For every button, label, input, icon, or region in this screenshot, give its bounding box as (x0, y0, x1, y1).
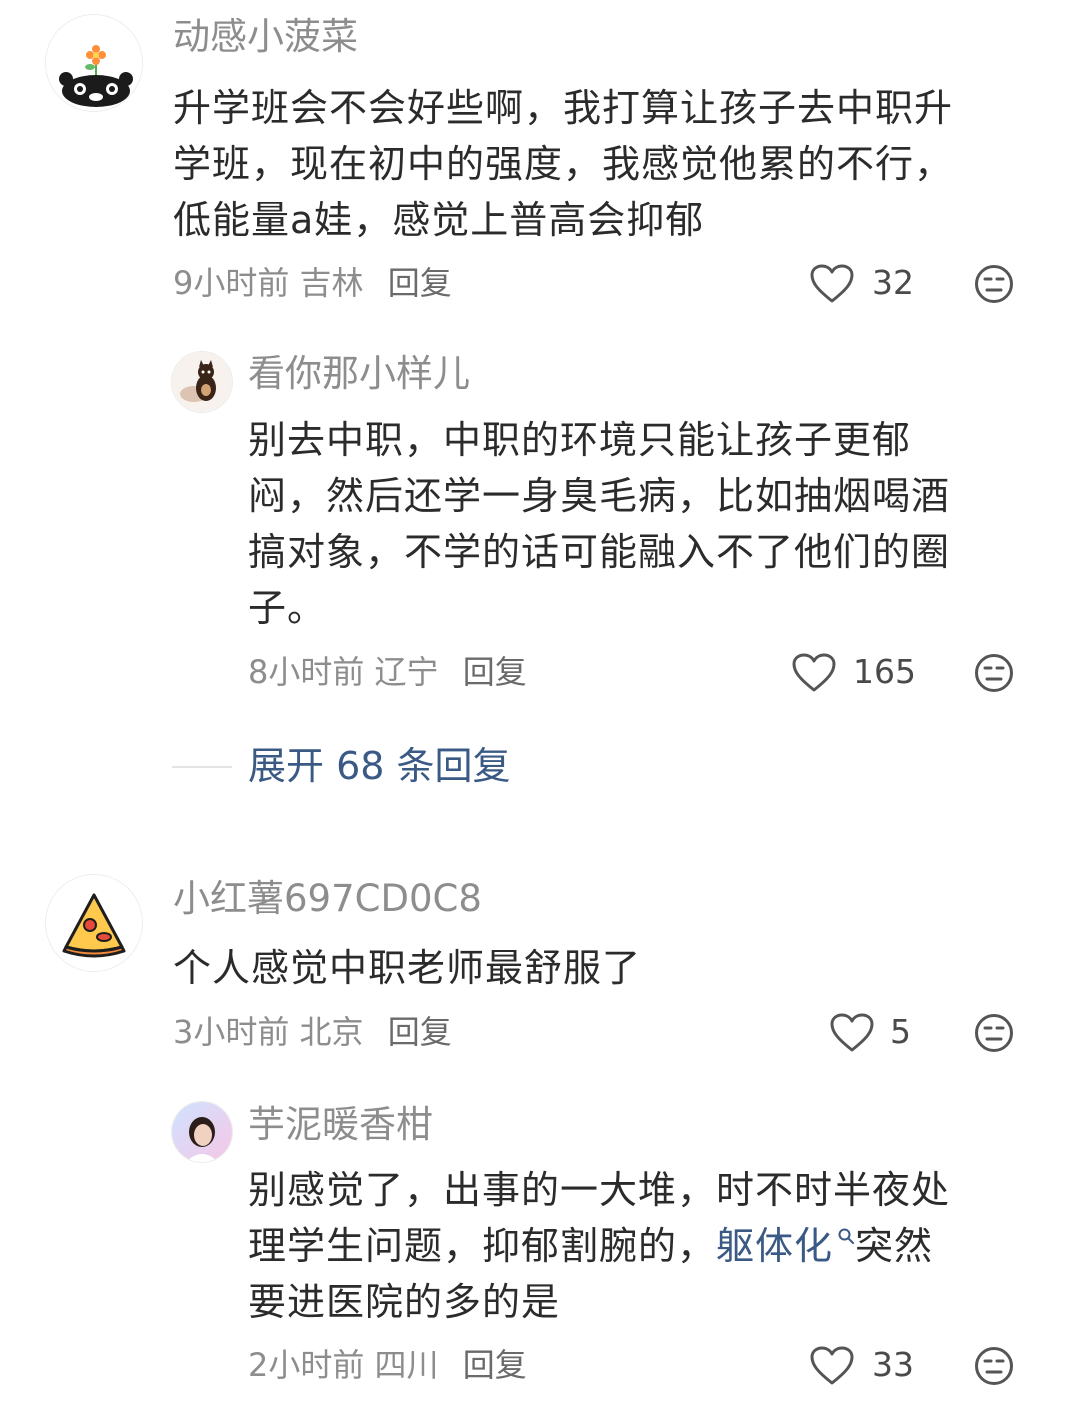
user-avatar[interactable] (45, 874, 143, 972)
comment-username[interactable]: 动感小菠菜 (173, 15, 358, 59)
like-button[interactable] (792, 653, 836, 693)
reply-text-line: 别感觉了，出事的一大堆，时不时半夜处 (248, 1168, 951, 1212)
reply-avatar[interactable] (171, 1101, 233, 1163)
reply-text-segment: 突然 (855, 1224, 934, 1268)
comment-meta: 3小时前 北京 回复 (173, 1012, 452, 1052)
reply-username[interactable]: 看你那小样儿 (248, 352, 470, 396)
cat-drawing-avatar-icon (172, 352, 232, 412)
reply-meta: 8小时前 辽宁 回复 (248, 652, 527, 692)
heart-outline-icon (810, 264, 854, 303)
reply-text-line: 闷，然后还学一身臭毛病，比如抽烟喝酒 (248, 474, 951, 518)
reply-avatar[interactable] (171, 351, 233, 413)
reply-text-line: 别去中职，中职的环境只能让孩子更郁 (248, 418, 912, 462)
comment-location: 北京 (299, 1013, 364, 1051)
reply-text-segment: 理学生问题，抑郁割腕的， (248, 1224, 717, 1268)
reply-button[interactable]: 回复 (463, 1346, 527, 1384)
reply-text-line: 子。 (248, 586, 327, 630)
reply-button[interactable]: 回复 (463, 653, 527, 691)
comment-text-line: 低能量a娃，感觉上普高会抑郁 (173, 198, 705, 242)
reply-time: 2小时前 (248, 1346, 365, 1384)
reply-time: 8小时前 (248, 653, 365, 691)
reply-username[interactable]: 芋泥暖香柑 (248, 1103, 433, 1147)
comment-username[interactable]: 小红薯697CD0C8 (173, 877, 482, 921)
reply-body: 别去中职，中职的环境只能让孩子更郁 闷，然后还学一身臭毛病，比如抽烟喝酒 搞对象… (248, 412, 1038, 636)
expand-replies-button[interactable]: 展开 68 条回复 (248, 743, 511, 789)
comment-body: 个人感觉中职老师最舒服了 (173, 940, 1033, 996)
like-button[interactable] (810, 1346, 854, 1386)
like-count: 165 (853, 652, 916, 691)
like-count: 32 (872, 263, 914, 302)
like-count: 5 (890, 1012, 911, 1051)
like-count: 33 (872, 1345, 914, 1384)
comment-text-line: 个人感觉中职老师最舒服了 (173, 946, 642, 990)
dislike-button[interactable] (974, 1013, 1014, 1053)
heart-outline-icon (810, 1346, 854, 1385)
like-button[interactable] (810, 264, 854, 304)
reply-text-line: 搞对象，不学的话可能融入不了他们的圈 (248, 530, 951, 574)
comment-location: 吉林 (299, 264, 364, 302)
meh-face-icon (975, 654, 1013, 692)
comment-text-line: 学班，现在初中的强度，我感觉他累的不行， (173, 142, 954, 186)
reply-body: 别感觉了，出事的一大堆，时不时半夜处 理学生问题，抑郁割腕的，躯体化 突然 要进医… (248, 1162, 1038, 1330)
expand-divider (172, 766, 232, 768)
reply-text-line: 要进医院的多的是 (248, 1280, 561, 1324)
search-keyword-link[interactable]: 躯体化 (716, 1224, 855, 1268)
dislike-button[interactable] (974, 1346, 1014, 1386)
comment-time: 9小时前 (173, 264, 290, 302)
portrait-avatar-icon (172, 1102, 232, 1162)
reply-meta: 2小时前 四川 回复 (248, 1345, 527, 1385)
comment-meta: 9小时前 吉林 回复 (173, 263, 452, 303)
dislike-button[interactable] (974, 653, 1014, 693)
meh-face-icon (975, 1014, 1013, 1052)
comment-text-line: 升学班会不会好些啊，我打算让孩子去中职升 (173, 86, 954, 130)
comment-body: 升学班会不会好些啊，我打算让孩子去中职升 学班，现在初中的强度，我感觉他累的不行… (173, 80, 1033, 248)
search-icon (838, 1228, 855, 1245)
user-avatar[interactable] (45, 14, 143, 112)
meh-face-icon (975, 265, 1013, 303)
reply-text-line: 理学生问题，抑郁割腕的，躯体化 突然 (248, 1218, 1038, 1274)
reply-button[interactable]: 回复 (388, 1013, 452, 1051)
reply-button[interactable]: 回复 (388, 264, 452, 302)
meh-face-icon (975, 1347, 1013, 1385)
bear-flower-avatar-icon (46, 15, 142, 111)
pizza-avatar-icon (46, 875, 142, 971)
reply-location: 四川 (374, 1346, 439, 1384)
heart-outline-icon (830, 1013, 874, 1052)
reply-location: 辽宁 (374, 653, 439, 691)
comment-time: 3小时前 (173, 1013, 290, 1051)
keyword-text: 躯体化 (716, 1224, 834, 1268)
like-button[interactable] (830, 1013, 874, 1053)
heart-outline-icon (792, 653, 836, 692)
dislike-button[interactable] (974, 264, 1014, 304)
